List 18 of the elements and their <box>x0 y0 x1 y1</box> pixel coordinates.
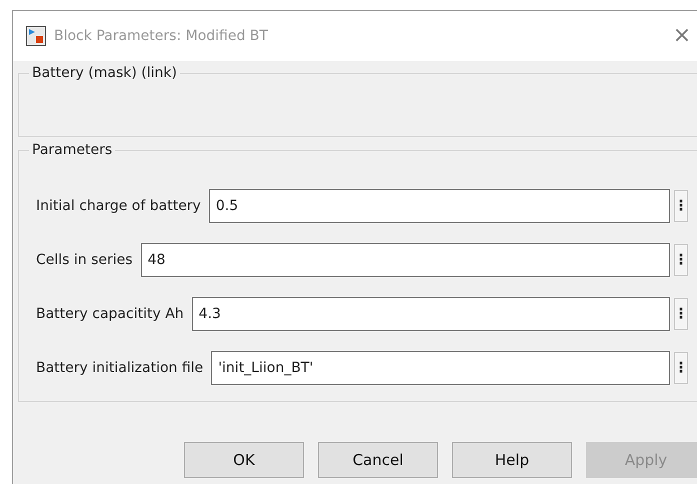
dialog-button[interactable]: Help <box>452 442 572 478</box>
dialog-button[interactable]: Cancel <box>318 442 438 478</box>
more-button[interactable]: ⋮ <box>674 298 688 330</box>
app-icon <box>26 26 46 46</box>
dialog-button[interactable]: OK <box>184 442 304 478</box>
more-button[interactable]: ⋮ <box>674 190 688 222</box>
window-title: Block Parameters: Modified BT <box>54 26 268 46</box>
input-field[interactable]: 48 <box>140 243 670 277</box>
field-label: Cells in series <box>36 250 133 270</box>
field-label: Battery initialization file <box>36 358 204 378</box>
close-button[interactable]: × <box>670 25 694 47</box>
more-button[interactable]: ⋮ <box>674 352 688 384</box>
input-field[interactable]: 0.5 <box>208 189 670 223</box>
field-label: Battery capacitity Ah <box>36 304 184 324</box>
more-button[interactable]: ⋮ <box>674 244 688 276</box>
input-field[interactable]: 4.3 <box>192 297 670 331</box>
field-label: Initial charge of battery <box>36 196 201 216</box>
input-field[interactable]: 'init_Liion_BT' <box>211 351 670 385</box>
